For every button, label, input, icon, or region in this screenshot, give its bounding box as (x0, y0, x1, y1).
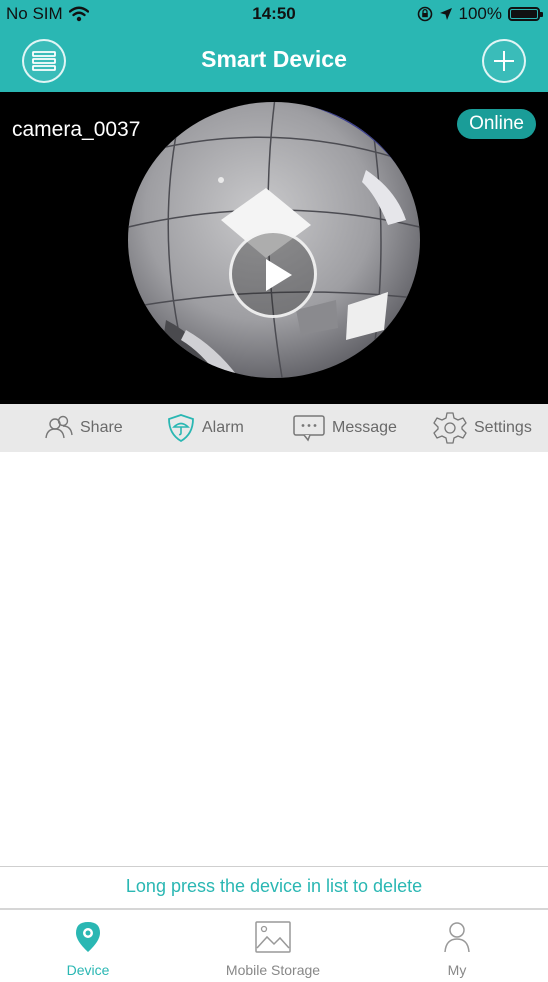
add-device-button[interactable] (482, 39, 526, 83)
play-icon (266, 259, 292, 291)
top-bar: No SIM 14:50 100% Smart Device (0, 0, 548, 92)
tab-mobile-storage[interactable]: Mobile Storage (203, 910, 343, 982)
status-right: 100% (417, 4, 543, 24)
tab-my-label: My (447, 962, 467, 978)
tab-my[interactable]: My (387, 910, 527, 982)
alarm-shield-icon (168, 414, 194, 443)
status-bar: No SIM 14:50 100% (0, 0, 548, 30)
tab-mobile-storage-label: Mobile Storage (225, 962, 321, 978)
tab-device[interactable]: Device (18, 910, 158, 982)
app-screen: No SIM 14:50 100% Smart Device camera_00… (0, 0, 548, 982)
share-label: Share (80, 419, 123, 436)
device-name: camera_0037 (12, 118, 141, 141)
page-title: Smart Device (201, 46, 347, 72)
alarm-label: Alarm (202, 419, 244, 436)
divider (0, 866, 548, 867)
delete-hint: Long press the device in list to delete (125, 876, 423, 896)
device-action-bar: Share Alarm Message Settings (0, 404, 548, 452)
battery-icon (508, 7, 543, 21)
image-icon (255, 921, 291, 953)
message-label: Message (332, 419, 397, 436)
settings-label: Settings (474, 419, 532, 436)
location-pin-icon (76, 922, 100, 952)
user-icon (444, 922, 470, 953)
plus-icon (494, 51, 514, 71)
message-button[interactable]: Message (292, 404, 397, 452)
share-users-icon (45, 415, 73, 439)
camera-preview[interactable]: camera_0037 Online (0, 92, 548, 404)
message-icon (293, 415, 325, 442)
rotation-lock-icon (417, 6, 432, 22)
location-arrow-icon (439, 8, 452, 20)
play-button[interactable] (229, 230, 317, 318)
nav-bar: Smart Device (0, 30, 548, 92)
alarm-button[interactable]: Alarm (166, 404, 244, 452)
gear-icon (433, 412, 467, 444)
battery-percent: 100% (458, 4, 502, 23)
share-button[interactable]: Share (44, 404, 123, 452)
tab-device-label: Device (66, 962, 110, 978)
status-badge: Online (457, 109, 536, 139)
settings-button[interactable]: Settings (432, 404, 532, 452)
tab-bar: Device Mobile Storage My (0, 910, 548, 982)
